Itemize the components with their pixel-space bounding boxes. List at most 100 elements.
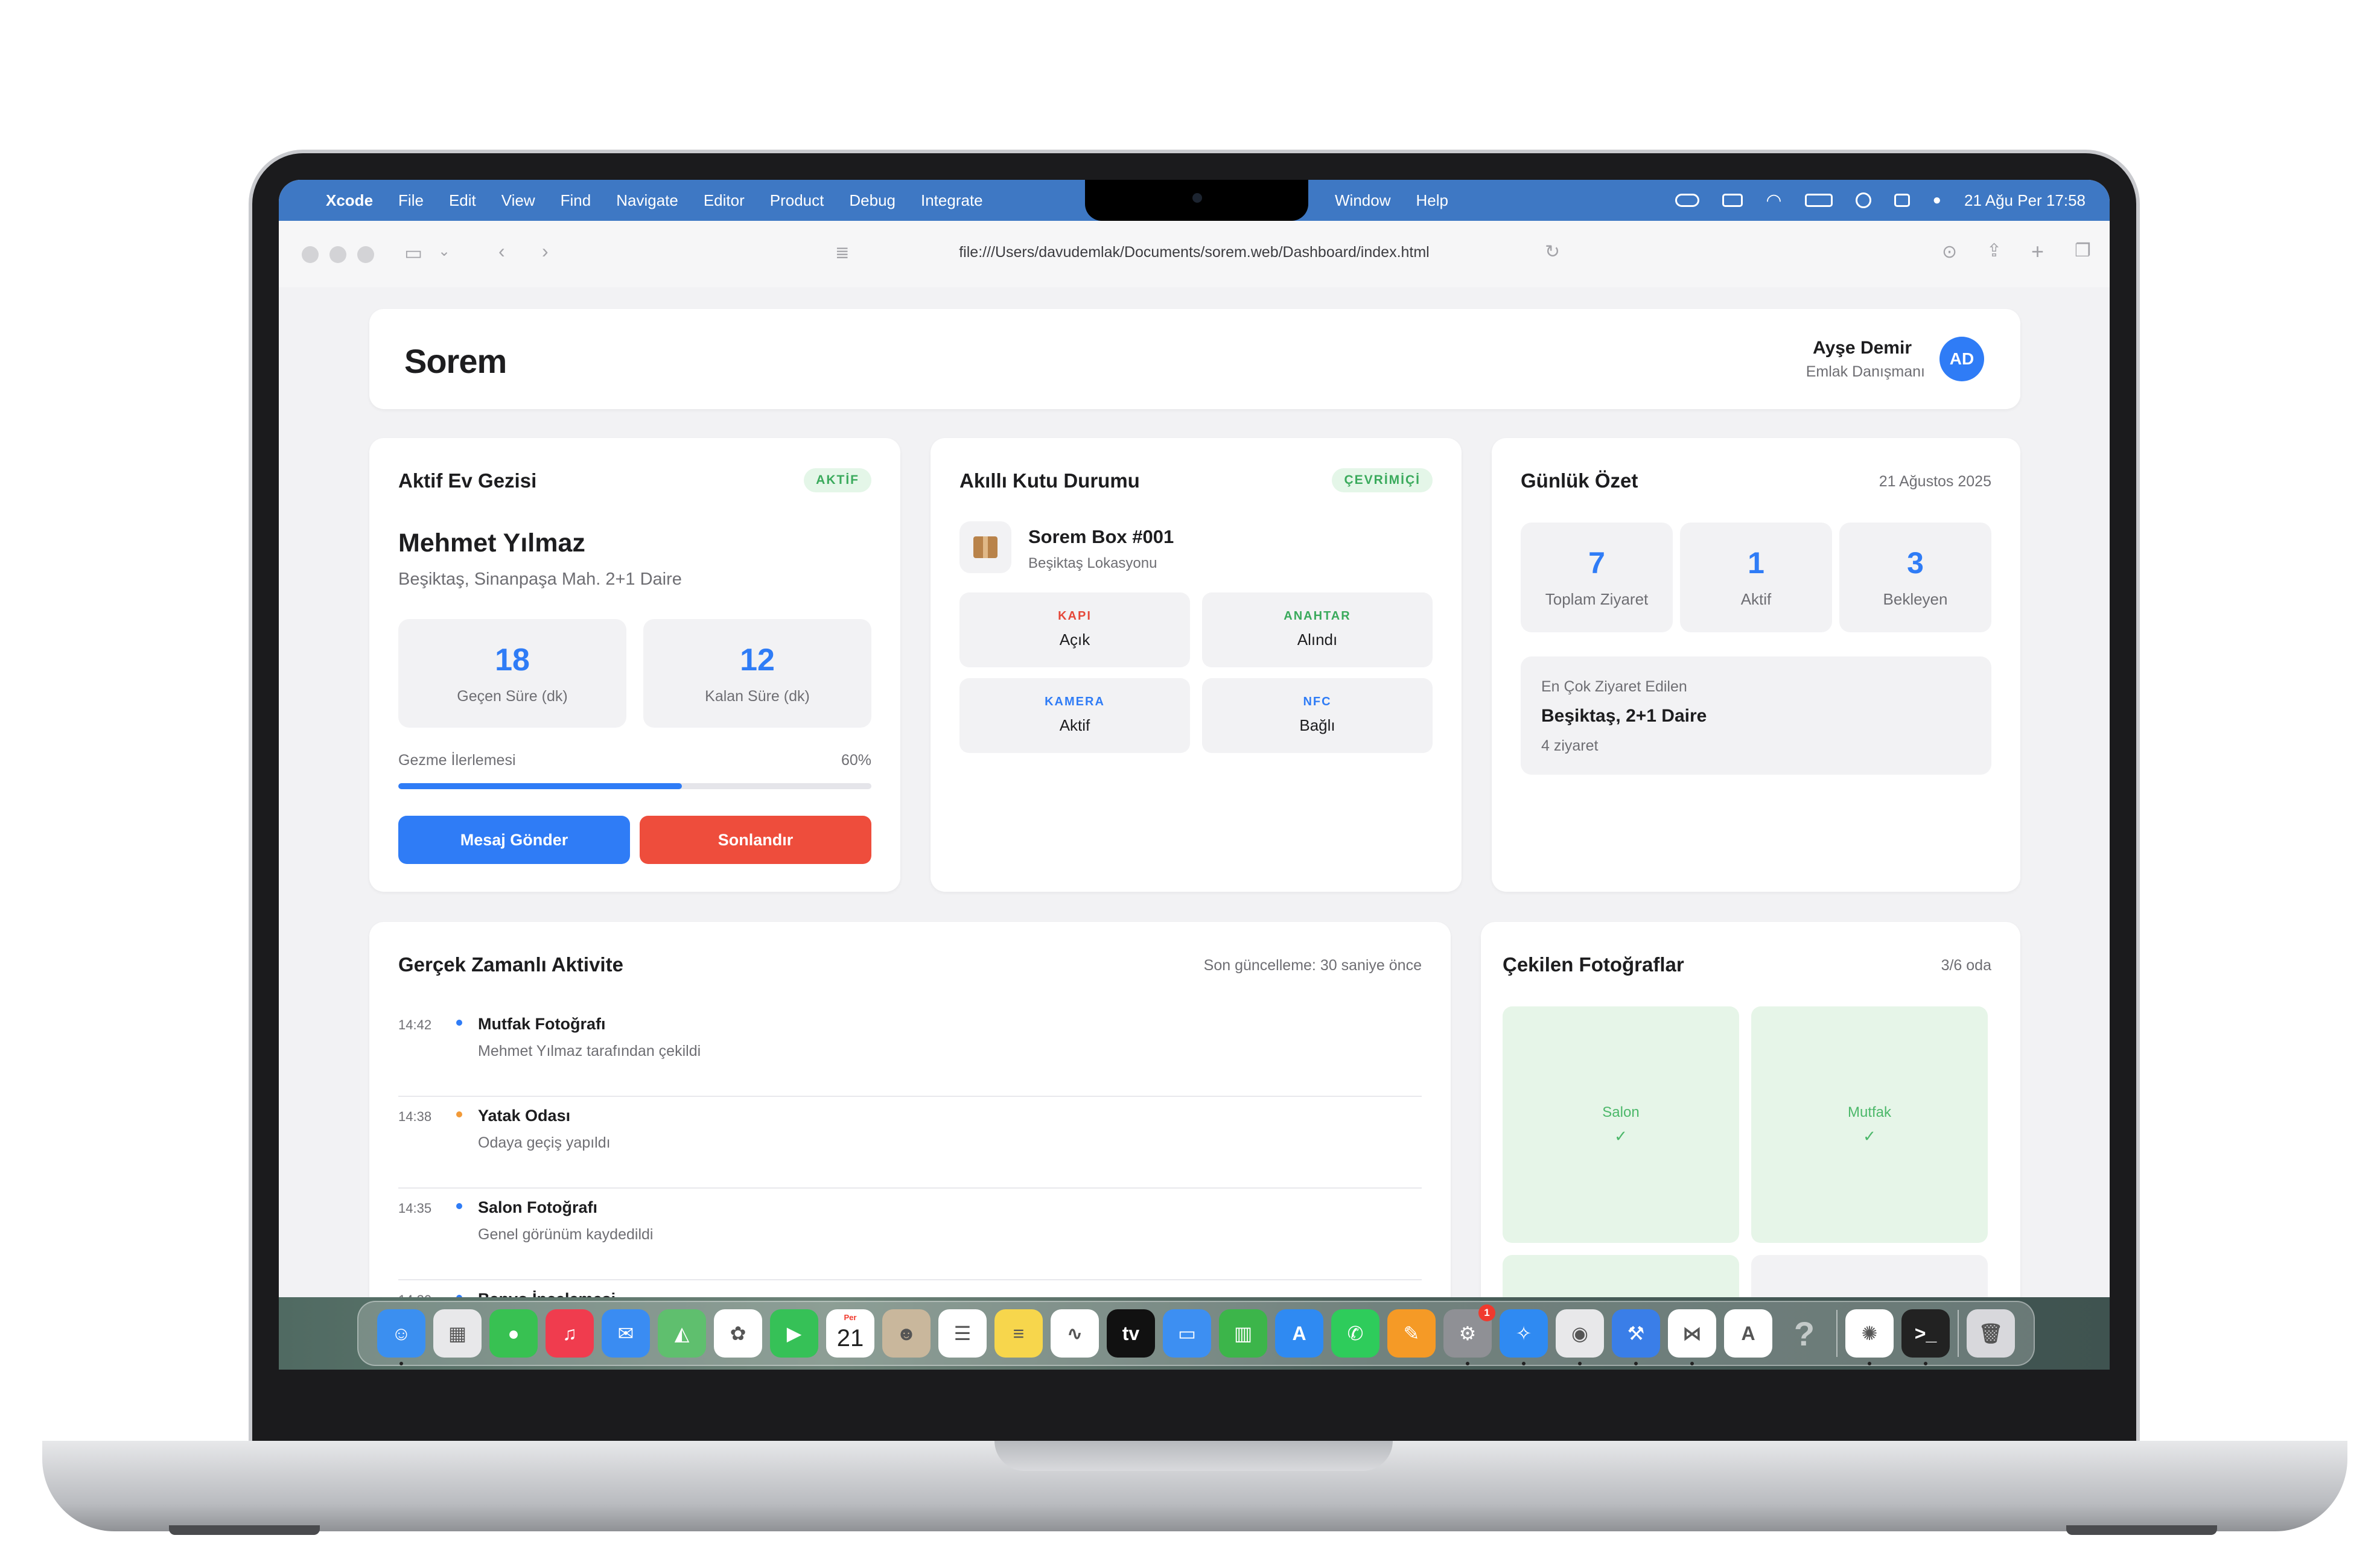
elapsed-time-stat: 18 Geçen Süre (dk) (398, 619, 626, 728)
camera-icon (1192, 193, 1202, 203)
menu-edit[interactable]: Edit (449, 191, 476, 210)
tile-value: Alındı (1297, 631, 1338, 649)
brand-logo-text[interactable]: Sorem (404, 341, 507, 381)
daily-summary-card: Günlük Özet 21 Ağustos 2025 7 Toplam Ziy… (1492, 438, 2020, 892)
facetime-icon[interactable]: ▶ (770, 1309, 818, 1358)
calendar-day: 21 (836, 1324, 864, 1352)
address-bar[interactable]: file:///Users/davudemlak/Documents/sorem… (279, 244, 2110, 261)
new-tab-icon[interactable]: + (2031, 239, 2044, 264)
mail-icon[interactable]: ✉ (602, 1309, 650, 1358)
instruments-icon[interactable]: A (1724, 1309, 1772, 1358)
flag-icon[interactable]: ● (1933, 192, 1942, 209)
running-indicator (1924, 1362, 1927, 1365)
safari-icon[interactable]: ✧ (1500, 1309, 1548, 1365)
photo-tile-salon[interactable]: Salon ✓ (1503, 1006, 1739, 1243)
freeform-icon[interactable]: ∿ (1051, 1309, 1099, 1358)
stat-label: Aktif (1740, 590, 1772, 608)
calendar-icon[interactable]: Per 21 (826, 1309, 874, 1358)
last-updated: Son güncelleme: 30 saniye önce (1203, 957, 1422, 974)
chrome-icon[interactable]: ◉ (1556, 1309, 1604, 1365)
reminders-icon[interactable]: ☰ (938, 1309, 987, 1358)
progress-bar-fill (398, 783, 682, 789)
stat-label: Toplam Ziyaret (1545, 590, 1649, 608)
chatgpt-icon[interactable]: ✺ (1845, 1309, 1894, 1365)
vscode-icon[interactable]: ⋈ (1668, 1309, 1716, 1365)
stat-value: 1 (1748, 546, 1764, 580)
menu-navigate[interactable]: Navigate (616, 191, 678, 210)
tile-value: Açık (1059, 631, 1090, 649)
list-item[interactable]: 14:38 Yatak Odası Odaya geçiş yapıldı (398, 1097, 1422, 1189)
laptop-foot-left (169, 1525, 320, 1535)
pages-icon[interactable]: ✎ (1387, 1309, 1436, 1358)
search-icon[interactable] (1855, 192, 1871, 208)
menu-bar: Xcode File Edit View Find Navigate Edito… (279, 180, 2110, 221)
menu-view[interactable]: View (501, 191, 535, 210)
menu-find[interactable]: Find (561, 191, 591, 210)
active-visits-stat: 1 Aktif (1680, 523, 1832, 632)
xcode-icon[interactable]: ⚒ (1612, 1309, 1660, 1365)
numbers-icon[interactable]: ▥ (1219, 1309, 1267, 1358)
control-center-icon[interactable] (1894, 194, 1910, 207)
notes-icon[interactable]: ≡ (994, 1309, 1043, 1358)
running-indicator (1690, 1362, 1694, 1365)
menu-clock[interactable]: 21 Ağu Per 17:58 (1964, 191, 2086, 210)
photo-label: Salon (1602, 1104, 1640, 1120)
most-visited-place: Beşiktaş, 2+1 Daire (1541, 706, 1707, 726)
share-icon[interactable]: ⇪ (1987, 240, 2002, 261)
battery-icon[interactable] (1804, 194, 1833, 207)
avatar[interactable]: AD (1939, 337, 1984, 381)
send-message-button[interactable]: Mesaj Gönder (398, 816, 630, 864)
running-indicator (1634, 1362, 1638, 1365)
wifi-icon[interactable]: ◠ (1766, 190, 1781, 211)
whatsapp-icon[interactable]: ✆ (1331, 1309, 1379, 1358)
finish-tour-button[interactable]: Sonlandır (640, 816, 871, 864)
list-item[interactable]: 14:35 Salon Fotoğrafı Genel görünüm kayd… (398, 1189, 1422, 1280)
most-visited-label: En Çok Ziyaret Edilen (1541, 678, 1687, 695)
menu-help[interactable]: Help (1416, 191, 1448, 210)
total-visits-stat: 7 Toplam Ziyaret (1521, 523, 1673, 632)
messages-icon[interactable]: ● (489, 1309, 538, 1358)
system-settings-icon[interactable]: ⚙ 1 (1443, 1304, 1495, 1365)
menu-debug[interactable]: Debug (849, 191, 896, 210)
finder-icon[interactable]: ☺ (377, 1309, 425, 1365)
screen: Xcode File Edit View Find Navigate Edito… (279, 180, 2110, 1370)
camera-notch (1085, 180, 1308, 221)
help-icon[interactable]: ? (1780, 1309, 1828, 1358)
progress-bar (398, 783, 871, 789)
running-indicator (1868, 1362, 1871, 1365)
tabs-overview-icon[interactable]: ❐ (2075, 240, 2091, 261)
maps-icon[interactable]: ◭ (658, 1309, 706, 1358)
menu-app-name[interactable]: Xcode (326, 191, 373, 210)
box-name: Sorem Box #001 (1028, 526, 1174, 547)
display-icon[interactable] (1722, 194, 1743, 207)
menu-integrate[interactable]: Integrate (921, 191, 983, 210)
activity-dot (456, 1111, 462, 1117)
cloud-icon[interactable] (1675, 194, 1700, 207)
download-icon[interactable]: ⊙ (1942, 241, 1957, 262)
menu-editor[interactable]: Editor (704, 191, 745, 210)
menu-product[interactable]: Product (770, 191, 824, 210)
list-item[interactable]: 14:42 Mutfak Fotoğrafı Mehmet Yılmaz tar… (398, 1005, 1422, 1097)
photos-icon[interactable]: ✿ (714, 1309, 762, 1358)
notification-badge: 1 (1478, 1304, 1495, 1321)
launchpad-icon[interactable]: ▦ (433, 1309, 482, 1358)
key-status-tile: ANAHTAR Alındı (1202, 592, 1433, 667)
tv-icon[interactable]: tv (1107, 1309, 1155, 1358)
appstore-icon[interactable]: A (1275, 1309, 1323, 1358)
menu-file[interactable]: File (398, 191, 424, 210)
trash-icon[interactable]: 🗑 (1967, 1309, 2015, 1358)
progress-value: 60% (841, 752, 871, 769)
terminal-icon[interactable]: >_ (1901, 1309, 1950, 1365)
app-header: Sorem Ayşe Demir Emlak Danışmanı AD (369, 309, 2020, 409)
tile-value: Bağlı (1299, 716, 1335, 734)
running-indicator (1466, 1362, 1469, 1365)
reload-icon[interactable]: ↻ (1545, 241, 1560, 262)
photo-tile-mutfak[interactable]: Mutfak ✓ (1751, 1006, 1988, 1243)
keynote-icon[interactable]: ▭ (1163, 1309, 1211, 1358)
stat-label: Geçen Süre (dk) (457, 688, 568, 705)
music-icon[interactable]: ♫ (546, 1309, 594, 1358)
contacts-icon[interactable]: ☻ (882, 1309, 931, 1358)
activity-title: Mutfak Fotoğrafı (478, 1015, 606, 1033)
menu-window[interactable]: Window (1335, 191, 1390, 210)
activity-time: 14:42 (398, 1017, 432, 1032)
